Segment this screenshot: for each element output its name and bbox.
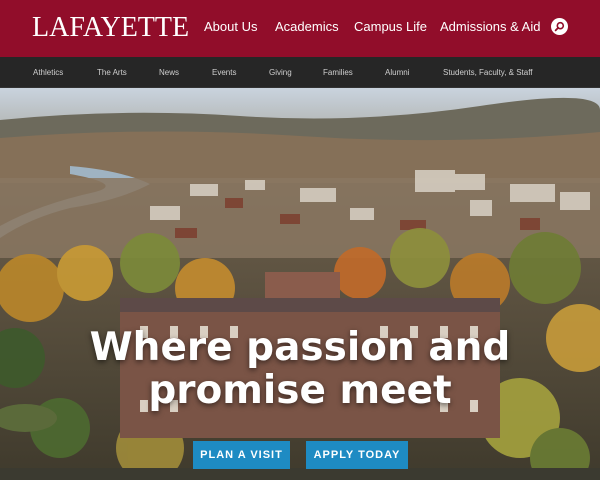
search-button[interactable] [551,18,568,35]
lafayette-logo[interactable]: LAFAYETTE [32,12,189,44]
subnav-events[interactable]: Events [212,68,236,78]
subnav-families[interactable]: Families [323,68,353,78]
hero-headline: Where passion and promise meet [0,326,600,412]
secondary-nav: Athletics The Arts News Events Giving Fa… [0,57,600,88]
subnav-alumni[interactable]: Alumni [385,68,409,78]
top-header: LAFAYETTE About Us Academics Campus Life… [0,0,600,57]
subnav-the-arts[interactable]: The Arts [97,68,127,78]
subnav-giving[interactable]: Giving [269,68,292,78]
nav-campus-life[interactable]: Campus Life [354,19,427,35]
hero-headline-line1: Where passion and [89,325,511,370]
apply-today-button[interactable]: APPLY TODAY [306,441,408,469]
campus-aerial-photo [0,88,600,480]
subnav-students-faculty-staff[interactable]: Students, Faculty, & Staff [443,68,533,78]
plan-a-visit-button[interactable]: PLAN A VISIT [193,441,290,469]
nav-admissions-aid[interactable]: Admissions & Aid [440,19,540,35]
search-icon [554,21,565,32]
subnav-athletics[interactable]: Athletics [33,68,63,78]
nav-academics[interactable]: Academics [275,19,339,35]
nav-about-us[interactable]: About Us [204,19,257,35]
hero-headline-line2: promise meet [148,368,452,413]
subnav-news[interactable]: News [159,68,179,78]
hero-banner: Where passion and promise meet PLAN A VI… [0,88,600,480]
